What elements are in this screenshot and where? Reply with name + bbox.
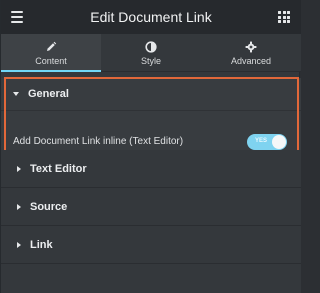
toggle-knob xyxy=(272,134,286,149)
section-text-editor: Text Editor xyxy=(1,150,301,188)
tab-content[interactable]: Content xyxy=(1,34,101,72)
inline-link-toggle[interactable]: YES xyxy=(247,133,287,150)
panel-tabs: Content Style Advanced xyxy=(1,34,301,72)
toggle-state-text: YES xyxy=(255,137,268,144)
tab-content-label: Content xyxy=(35,55,67,66)
tab-style[interactable]: Style xyxy=(101,34,201,71)
section-link-title: Link xyxy=(30,238,53,251)
section-source: Source xyxy=(1,188,301,226)
section-general-title: General xyxy=(28,88,69,100)
section-text-editor-title: Text Editor xyxy=(30,162,87,175)
panel-title: Edit Document Link xyxy=(90,9,212,25)
pencil-icon xyxy=(45,40,57,54)
panel-header: Edit Document Link xyxy=(1,0,301,34)
section-general-header[interactable]: General xyxy=(1,78,301,110)
section-source-title: Source xyxy=(30,200,68,213)
hamburger-menu-icon[interactable] xyxy=(11,11,23,23)
tab-style-label: Style xyxy=(140,55,161,66)
apps-grid-icon[interactable] xyxy=(278,11,290,23)
section-link: Link xyxy=(1,226,301,264)
tab-advanced-label: Advanced xyxy=(230,55,272,66)
section-text-editor-header[interactable]: Text Editor xyxy=(1,150,301,188)
tab-advanced[interactable]: Advanced xyxy=(201,34,301,71)
inline-link-label: Add Document Link inline (Text Editor) xyxy=(13,136,184,147)
caret-right-icon xyxy=(17,203,21,210)
section-source-header[interactable]: Source xyxy=(1,188,301,226)
half-circle-icon xyxy=(145,40,157,54)
gear-icon xyxy=(245,40,257,54)
editor-panel: Edit Document Link Content Style Advance… xyxy=(0,0,301,293)
caret-right-icon xyxy=(17,241,21,248)
section-link-header[interactable]: Link xyxy=(1,226,301,264)
caret-down-icon xyxy=(13,92,19,96)
caret-right-icon xyxy=(17,165,21,172)
panel-empty-area xyxy=(1,264,301,293)
